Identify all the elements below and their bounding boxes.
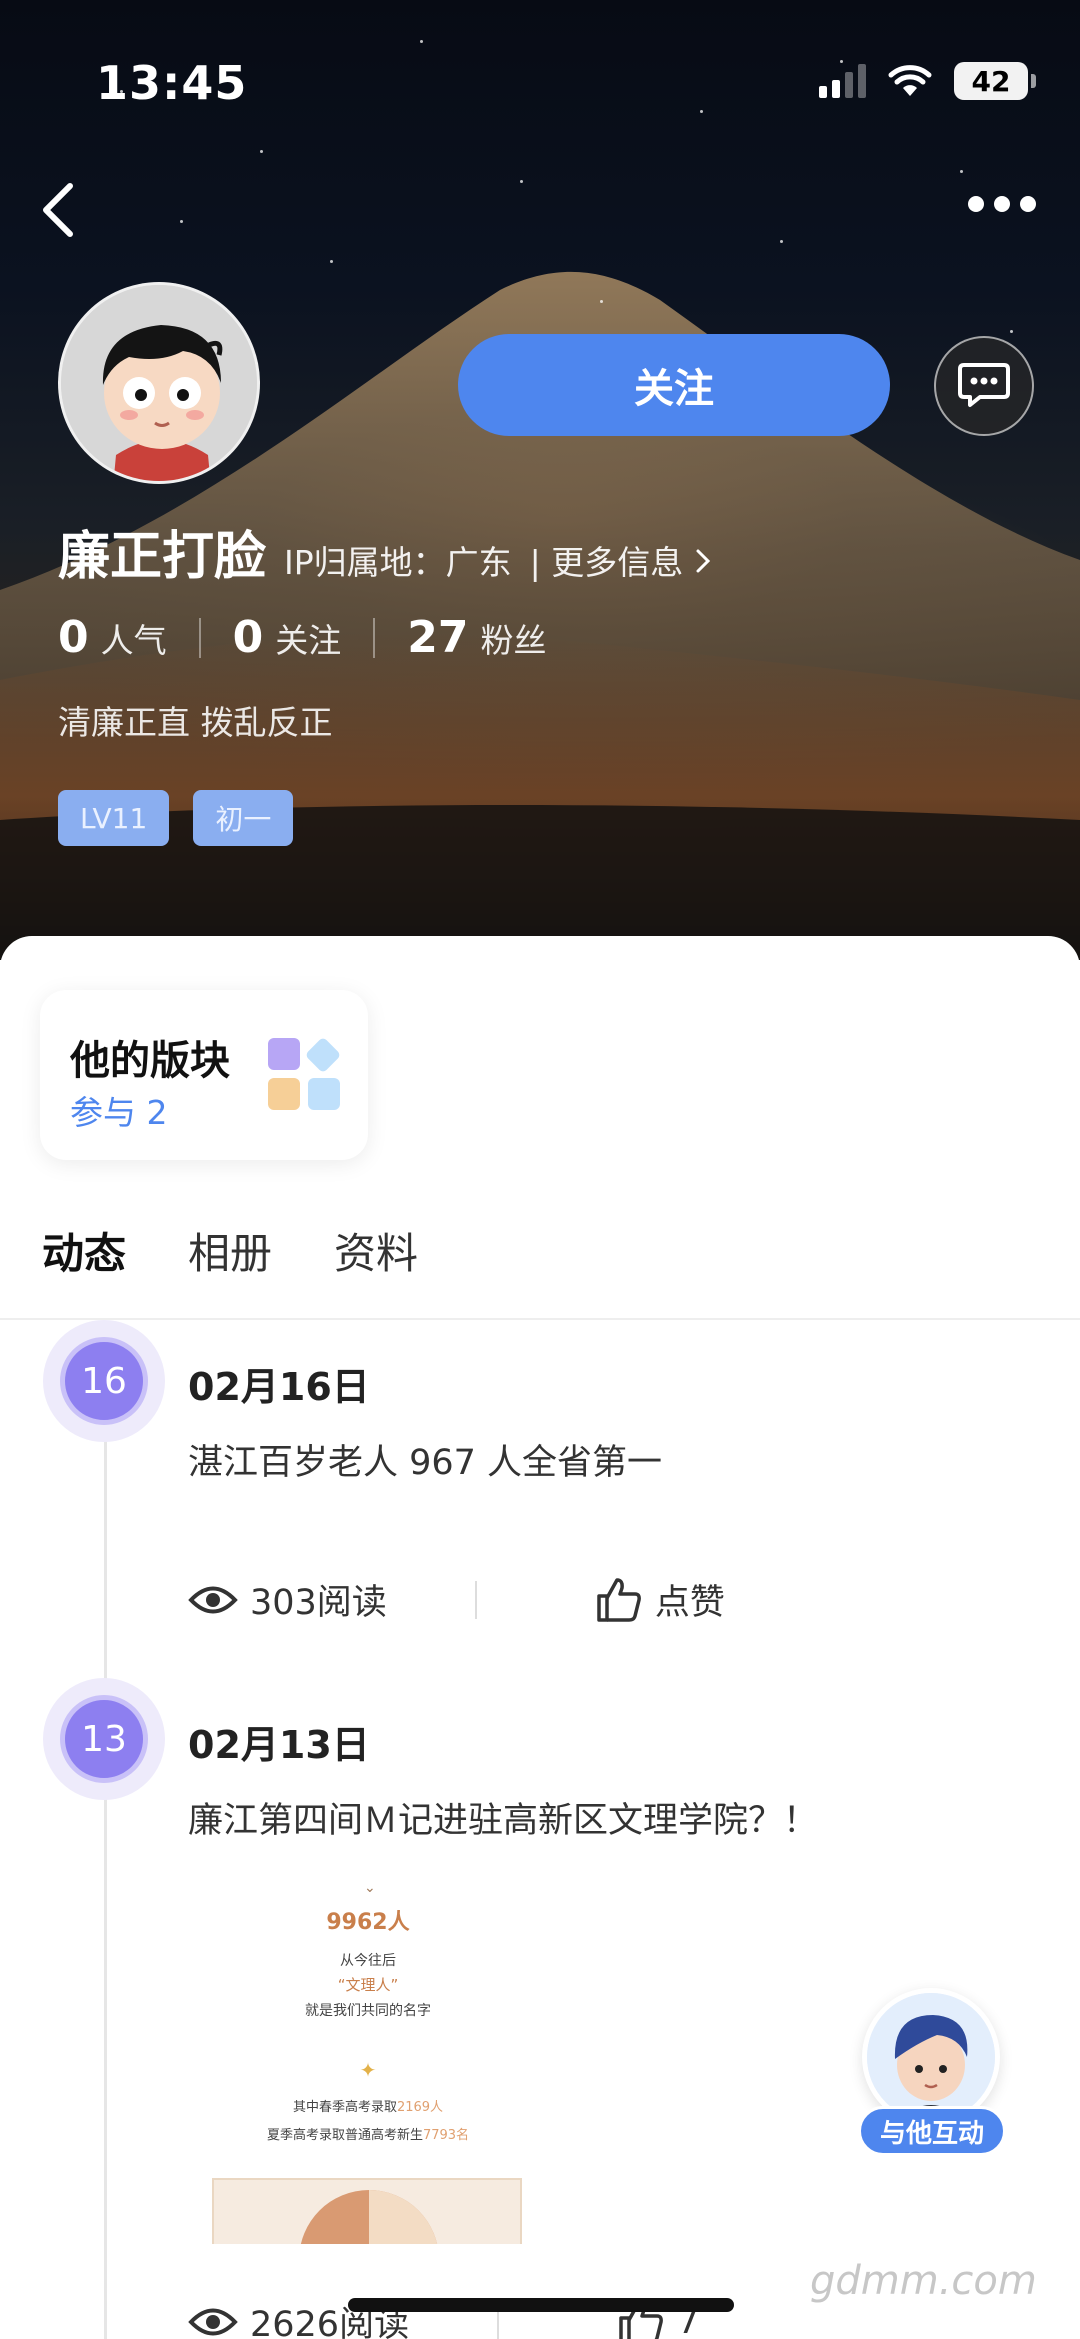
chat-bubble-icon (958, 363, 1010, 407)
stat-value: 27 (407, 612, 469, 663)
post-day-badge: 16 (43, 1320, 165, 1442)
timeline-line (104, 1384, 107, 2339)
stat-label: 关注 (275, 621, 342, 660)
post-day-badge: 13 (43, 1678, 165, 1800)
boards-grid-icon (268, 1038, 340, 1110)
stat-label: 粉丝 (480, 621, 547, 660)
battery-icon: 42 (954, 62, 1036, 100)
stat-value: 0 (232, 612, 264, 663)
tab-album[interactable]: 相册 (188, 1220, 272, 1281)
follow-button[interactable]: 关注 (458, 334, 890, 436)
image-line: 其中春季高考录取2169人 (292, 2100, 444, 2115)
grade-badge: 初一 (193, 790, 294, 846)
profile-tabs: 动态 相册 资料 (42, 1220, 418, 1289)
read-count-label: 303阅读 (250, 1583, 387, 1623)
profile-tags: LV11 初一 (58, 790, 294, 846)
status-time: 13:45 (96, 56, 248, 110)
boy-avatar-image (867, 1993, 995, 2121)
stat-divider (198, 617, 201, 658)
message-button[interactable] (934, 336, 1034, 436)
post-date: 02月16日 (188, 1365, 370, 1409)
image-line: 从今往后 (340, 1953, 396, 1969)
pie-chart-graphic (300, 2190, 438, 2244)
ip-location: IP归属地：广东 (284, 543, 512, 582)
more-options-icon[interactable] (968, 196, 1036, 212)
profile-bio: 清廉正直 拨乱反正 (58, 703, 333, 742)
board-participation: 参与 2 (70, 1093, 168, 1132)
profile-name-row: 廉正打脸 IP归属地：广东 | 更多信息 (58, 514, 712, 589)
back-arrow-icon[interactable] (36, 180, 80, 240)
post-text[interactable]: 廉江第四间Ｍ记进驻高新区文理学院？！ (188, 1792, 818, 1843)
home-indicator[interactable] (348, 2298, 734, 2312)
cellular-signal-icon (819, 64, 866, 98)
tab-info[interactable]: 资料 (334, 1220, 418, 1281)
stat-following[interactable]: 0 关注 (233, 612, 342, 663)
post-day-number: 16 (60, 1337, 148, 1425)
image-line: “文理人” (337, 1976, 399, 1994)
stat-label: 人气 (100, 621, 167, 660)
like-label: 点赞 (654, 1583, 725, 1623)
board-title: 他的版块 (70, 1038, 230, 1084)
image-line: 就是我们共同的名字 (305, 2003, 431, 2019)
post-image[interactable]: ⌄ 9962人 从今往后 “文理人” 就是我们共同的名字 ✦ 其中春季高考录取2… (188, 1868, 548, 2244)
watermark: gdmm.com (810, 2258, 1037, 2304)
eye-icon (188, 2308, 238, 2335)
eye-icon (188, 1586, 238, 1613)
more-info-link[interactable]: | 更多信息 (530, 536, 712, 584)
chevron-right-icon (696, 549, 710, 573)
cartoon-avatar-image (61, 285, 257, 481)
stat-divider (373, 617, 376, 658)
stat-value: 0 (58, 612, 89, 663)
image-headline: 9962人 (326, 1910, 410, 1935)
tab-feed[interactable]: 动态 (42, 1220, 139, 1289)
post-date: 02月13日 (188, 1723, 370, 1767)
thumbs-up-icon (597, 1577, 641, 1622)
image-chart-card (212, 2178, 522, 2244)
profile-name: 廉正打脸 (58, 527, 267, 587)
tabs-divider (0, 1318, 1080, 1320)
level-badge: LV11 (58, 790, 170, 846)
sparkle-icon: ✦ (359, 2058, 377, 2082)
interact-button[interactable]: 与他互动 (858, 2106, 1006, 2156)
arrow-down-icon: ⌄ (364, 1880, 376, 1896)
post-actions: 303阅读 点赞 (188, 1574, 725, 1625)
wifi-icon (888, 65, 932, 96)
post-day-number: 13 (60, 1695, 148, 1783)
post-text[interactable]: 湛江百岁老人 967 人全省第一 (188, 1434, 662, 1485)
profile-stats: 0 人气 0 关注 27 粉丝 (58, 612, 546, 663)
status-icons: 42 (819, 62, 1036, 100)
image-line: 夏季高考录取普通高考新生7793名 (266, 2128, 470, 2143)
like-button[interactable]: 点赞 (595, 1574, 725, 1625)
read-count: 303阅读 (188, 1574, 387, 1625)
more-info-label: | 更多信息 (529, 543, 684, 582)
stat-followers[interactable]: 27 粉丝 (407, 612, 546, 663)
action-divider (474, 1580, 477, 1619)
stat-popularity[interactable]: 0 人气 (58, 612, 167, 663)
avatar[interactable] (58, 282, 260, 484)
